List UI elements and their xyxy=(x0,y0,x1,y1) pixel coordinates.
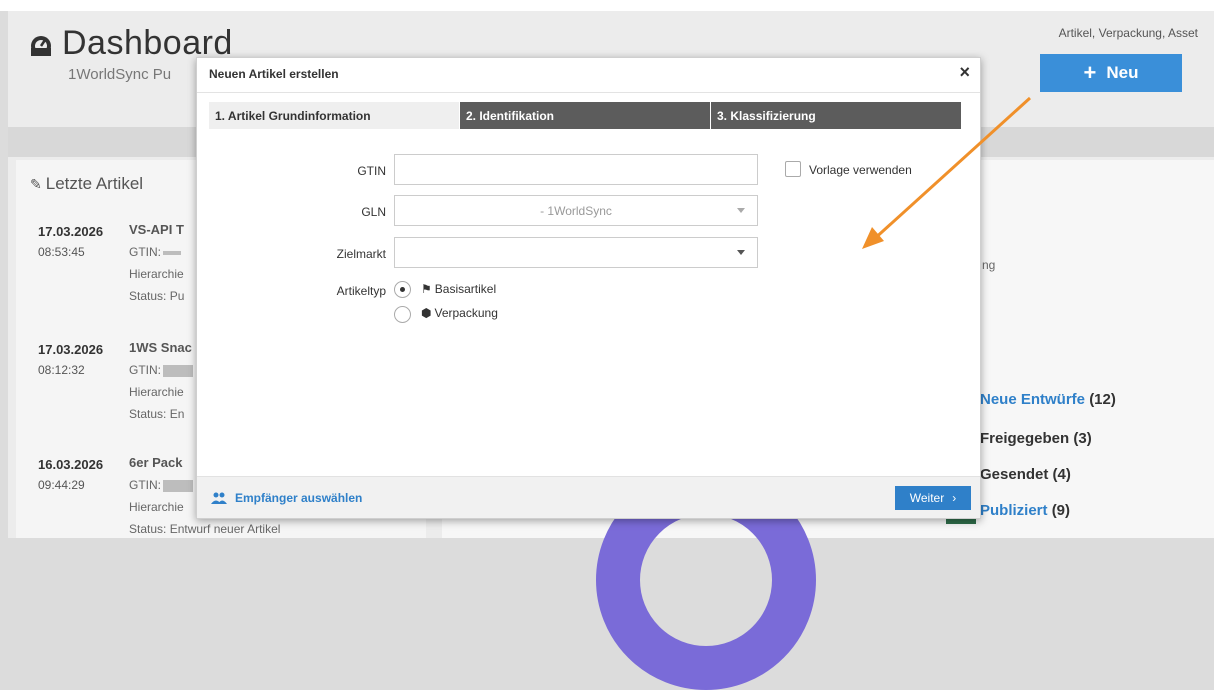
panel-text-fragment: ng xyxy=(982,258,996,272)
article-item[interactable]: 1WS Snac GTIN: Hierarchie Status: En xyxy=(129,340,193,421)
dashboard-icon xyxy=(31,36,51,56)
article-date: 17.03.2026 xyxy=(38,342,104,357)
gtin-text: GTIN: xyxy=(129,245,161,259)
article-type-label: Artikeltyp xyxy=(336,284,386,298)
dialog-title: Neuen Artikel erstellen xyxy=(209,67,339,81)
article-time: 08:53:45 xyxy=(38,245,85,259)
article-hierarchy: Hierarchie xyxy=(129,385,184,399)
new-button[interactable]: + Neu xyxy=(1040,54,1182,92)
recent-title-text: Letzte Artikel xyxy=(45,174,144,193)
new-button-label: Neu xyxy=(1106,63,1139,82)
users-icon xyxy=(211,492,227,504)
gtin-text: GTIN: xyxy=(129,478,161,492)
recent-articles-title: ✎ Letzte Artikel xyxy=(30,174,143,194)
dialog-footer: Empfänger auswählen Weiter › xyxy=(197,476,980,518)
article-date: 17.03.2026 xyxy=(38,224,104,239)
tab-basic-info[interactable]: 1. Artikel Grundinformation xyxy=(209,102,459,129)
stat-sent[interactable]: Gesendet (4) xyxy=(980,466,1071,483)
article-gtin: GTIN: xyxy=(129,245,184,259)
article-item[interactable]: VS-API T GTIN: Hierarchie Status: Pu xyxy=(129,222,184,303)
plus-icon: + xyxy=(1083,60,1097,85)
flag-icon: ⚑ xyxy=(421,282,432,296)
gtin-input[interactable] xyxy=(394,154,758,185)
edit-icon: ✎ xyxy=(30,176,42,192)
article-date-block: 16.03.2026 09:44:29 xyxy=(38,457,103,492)
dialog-divider xyxy=(197,92,980,93)
stat-count: (9) xyxy=(1051,502,1071,519)
select-recipients-link[interactable]: Empfänger auswählen xyxy=(211,491,362,505)
top-band xyxy=(0,0,1214,11)
annotation-arrow xyxy=(862,96,1032,249)
article-name: 1WS Snac xyxy=(129,340,192,355)
stat-new-drafts[interactable]: Neue Entwürfe (12) xyxy=(980,391,1116,408)
radio-packaging[interactable] xyxy=(394,306,411,323)
gtin-text: GTIN: xyxy=(129,363,161,377)
stat-count: (4) xyxy=(1052,466,1071,483)
article-date-block: 17.03.2026 08:12:32 xyxy=(38,342,103,377)
select-recipients-label: Empfänger auswählen xyxy=(235,491,363,505)
target-market-label: Zielmarkt xyxy=(336,247,386,261)
next-button[interactable]: Weiter › xyxy=(895,486,971,510)
target-market-select[interactable] xyxy=(394,237,758,268)
stat-approved[interactable]: Freigegeben (3) xyxy=(980,430,1092,447)
base-article-option: ⚑ Basisartikel xyxy=(421,282,496,296)
article-time: 09:44:29 xyxy=(38,478,85,492)
stat-label: Freigegeben xyxy=(980,430,1070,447)
stat-label: Neue Entwürfe xyxy=(980,391,1086,408)
chevron-down-icon xyxy=(737,250,745,255)
article-hierarchy: Hierarchie xyxy=(129,267,184,281)
base-article-label: Basisartikel xyxy=(434,282,497,296)
next-button-label: Weiter xyxy=(909,491,945,505)
tab-identification[interactable]: 2. Identifikation xyxy=(460,102,710,129)
article-time: 08:12:32 xyxy=(38,363,85,377)
stat-label: Publiziert xyxy=(980,502,1048,519)
stat-count: (12) xyxy=(1089,391,1116,408)
gln-label: GLN xyxy=(361,205,386,219)
article-status: Status: En xyxy=(129,407,185,421)
article-date-block: 17.03.2026 08:53:45 xyxy=(38,224,103,259)
redacted-gtin xyxy=(163,479,193,492)
page-subtitle: 1WorldSync Pu xyxy=(68,66,172,83)
article-name: VS-API T xyxy=(129,222,184,237)
new-caption: Artikel, Verpackung, Asset xyxy=(1058,26,1198,40)
close-icon[interactable]: × xyxy=(959,62,970,83)
template-checkbox[interactable] xyxy=(785,161,801,177)
stat-count: (3) xyxy=(1073,430,1092,447)
chevron-right-icon: › xyxy=(952,491,957,505)
box-icon: ⬢ xyxy=(421,306,432,320)
stat-label: Gesendet xyxy=(980,466,1049,483)
chevron-down-icon xyxy=(737,208,745,213)
redacted-gtin xyxy=(163,364,193,377)
article-gtin: GTIN: xyxy=(129,363,193,377)
stat-published[interactable]: Publiziert (9) xyxy=(980,502,1070,519)
redacted-gtin xyxy=(163,250,181,255)
gln-select[interactable]: - 1WorldSync xyxy=(394,195,758,226)
article-status: Status: Pu xyxy=(129,289,185,303)
article-status: Status: Entwurf neuer Artikel xyxy=(129,522,281,536)
article-date: 16.03.2026 xyxy=(38,457,104,472)
gln-value: - 1WorldSync xyxy=(540,204,612,218)
radio-base-article[interactable] xyxy=(394,281,411,298)
packaging-option: ⬢ Verpackung xyxy=(421,306,498,320)
packaging-label: Verpackung xyxy=(434,306,498,320)
gtin-label: GTIN xyxy=(357,164,386,178)
